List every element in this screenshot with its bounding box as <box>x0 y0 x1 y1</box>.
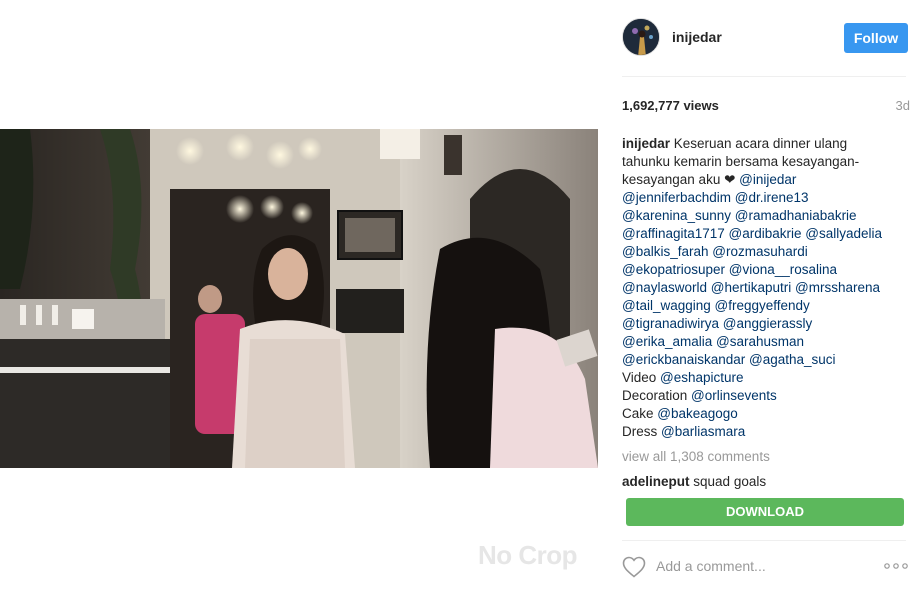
post-caption: inijedar Keseruan acara dinner ulang tahu… <box>622 135 906 441</box>
mention-link[interactable]: @freggyeffendy <box>715 298 810 313</box>
heart-outline-icon[interactable] <box>622 556 646 578</box>
comment: adelineput squad goals <box>622 474 766 489</box>
mention-link[interactable]: @tail_wagging <box>622 298 711 313</box>
download-button[interactable]: DOWNLOAD <box>626 498 904 526</box>
mention-link[interactable]: @erika_amalia <box>622 334 712 349</box>
follow-button[interactable]: Follow <box>844 23 908 53</box>
comment-author[interactable]: adelineput <box>622 474 690 489</box>
mention-link[interactable]: @viona__rosalina <box>729 262 837 277</box>
caption-text: Keseruan acara dinner ulang <box>670 136 848 151</box>
watermark-text: No Crop <box>478 540 578 570</box>
caption-line: @tail_wagging @freggyeffendy <box>622 297 906 315</box>
mention-link[interactable]: @dr.irene13 <box>735 190 809 205</box>
media-panel: No Crop <box>0 0 598 599</box>
mention-link[interactable]: @erickbanaiskandar <box>622 352 745 367</box>
mention-link[interactable]: @karenina_sunny <box>622 208 731 223</box>
caption-text: Dress <box>622 424 662 439</box>
caption-line: @naylasworld @hertikaputri @mrssharena <box>622 279 906 297</box>
caption-line: @raffinagita1717 @ardibakrie @sallyadeli… <box>622 225 906 243</box>
caption-author[interactable]: inijedar <box>622 136 670 151</box>
caption-text: kesayangan aku ❤ <box>622 172 740 187</box>
mention-link[interactable]: @sallyadelia <box>805 226 882 241</box>
caption-line: Dress @barliasmara <box>622 423 906 441</box>
divider <box>622 540 906 541</box>
mention-link[interactable]: @raffinagita1717 <box>622 226 725 241</box>
mention-link[interactable]: @rozmasuhardi <box>712 244 808 259</box>
caption-line: @erickbanaiskandar @agatha_suci <box>622 351 906 369</box>
mention-link[interactable]: @tigranadiwirya <box>622 316 719 331</box>
video-player[interactable] <box>0 129 598 468</box>
comment-text: squad goals <box>693 474 767 489</box>
mention-link[interactable]: @balkis_farah <box>622 244 709 259</box>
post-username[interactable]: inijedar <box>672 29 722 45</box>
caption-line: kesayangan aku ❤ @inijedar <box>622 171 906 189</box>
caption-line: @balkis_farah @rozmasuhardi <box>622 243 906 261</box>
caption-text: Decoration <box>622 388 692 403</box>
mention-link[interactable]: @sarahusman <box>716 334 804 349</box>
mention-link[interactable]: @anggierassly <box>723 316 813 331</box>
post-header: inijedar Follow <box>598 0 910 77</box>
caption-line: inijedar Keseruan acara dinner ulang <box>622 135 906 153</box>
divider <box>622 76 906 77</box>
post-time[interactable]: 3d <box>896 98 910 113</box>
caption-line: @karenina_sunny @ramadhaniabakrie <box>622 207 906 225</box>
mention-link[interactable]: @naylasworld <box>622 280 707 295</box>
ellipsis-icon[interactable] <box>884 562 908 570</box>
mention-link[interactable]: @inijedar <box>739 172 796 187</box>
avatar-image <box>623 19 659 55</box>
mention-link[interactable]: @eshapicture <box>660 370 744 385</box>
mention-link[interactable]: @agatha_suci <box>749 352 836 367</box>
caption-line: @jenniferbachdim @dr.irene13 <box>622 189 906 207</box>
caption-line: @tigranadiwirya @anggierassly <box>622 315 906 333</box>
caption-text: tahunku kemarin bersama kesayangan- <box>622 154 860 169</box>
mention-link[interactable]: @ardibakrie <box>729 226 802 241</box>
caption-line: Cake @bakeagogo <box>622 405 906 423</box>
caption-line: tahunku kemarin bersama kesayangan- <box>622 153 906 171</box>
mention-link[interactable]: @barliasmara <box>661 424 745 439</box>
mention-link[interactable]: @ekopatriosuper <box>622 262 725 277</box>
mention-link[interactable]: @hertikaputri <box>711 280 792 295</box>
mention-link[interactable]: @ramadhaniabakrie <box>735 208 857 223</box>
caption-line: Video @eshapicture <box>622 369 906 387</box>
view-all-comments-link[interactable]: view all 1,308 comments <box>622 449 770 464</box>
video-frame <box>0 129 598 468</box>
add-comment-input[interactable] <box>656 556 856 576</box>
mention-link[interactable]: @bakeagogo <box>657 406 738 421</box>
mention-link[interactable]: @orlinsevents <box>691 388 777 403</box>
avatar[interactable] <box>622 18 660 56</box>
caption-line: @ekopatriosuper @viona__rosalina <box>622 261 906 279</box>
mention-link[interactable]: @mrssharena <box>795 280 880 295</box>
post-sidebar: inijedar Follow 1,692,777 views 3d inije… <box>598 0 910 599</box>
view-count: 1,692,777 views <box>622 98 719 113</box>
caption-text: Cake <box>622 406 658 421</box>
caption-line: @erika_amalia @sarahusman <box>622 333 906 351</box>
caption-line: Decoration @orlinsevents <box>622 387 906 405</box>
caption-text: Video <box>622 370 661 385</box>
mention-link[interactable]: @jenniferbachdim <box>622 190 731 205</box>
